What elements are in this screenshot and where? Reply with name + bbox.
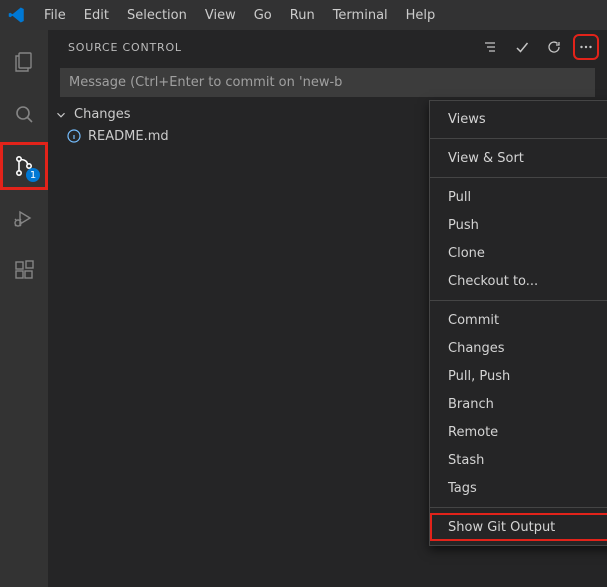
panel-actions [479, 36, 597, 58]
ctx-branch[interactable]: Branch › [430, 390, 607, 418]
info-file-icon [66, 128, 82, 144]
menu-go[interactable]: Go [246, 4, 280, 27]
scm-more-context-menu: Views › View & Sort › Pull Push Clone Ch… [429, 100, 607, 546]
ctx-show-git-output[interactable]: Show Git Output [430, 513, 607, 541]
ctx-views[interactable]: Views › [430, 105, 607, 133]
chevron-down-icon [54, 108, 68, 122]
menu-help[interactable]: Help [398, 4, 444, 27]
refresh-icon[interactable] [543, 36, 565, 58]
ctx-checkout-to[interactable]: Checkout to... [430, 267, 607, 295]
ctx-commit[interactable]: Commit › [430, 306, 607, 334]
changes-label: Changes [74, 107, 131, 122]
commit-message-input[interactable]: Message (Ctrl+Enter to commit on 'new-b [60, 68, 595, 97]
activity-explorer[interactable] [0, 38, 48, 86]
ctx-stash[interactable]: Stash › [430, 446, 607, 474]
menu-file[interactable]: File [36, 4, 74, 27]
menu-edit[interactable]: Edit [76, 4, 117, 27]
menu-run[interactable]: Run [282, 4, 323, 27]
view-as-tree-icon[interactable] [479, 36, 501, 58]
scm-badge: 1 [26, 168, 40, 182]
menubar: File Edit Selection View Go Run Terminal… [0, 0, 607, 30]
ctx-pull-push[interactable]: Pull, Push › [430, 362, 607, 390]
panel-title: SOURCE CONTROL [68, 41, 182, 54]
menu-view[interactable]: View [197, 4, 244, 27]
ctx-push[interactable]: Push [430, 211, 607, 239]
activity-extensions[interactable] [0, 246, 48, 294]
ctx-tags[interactable]: Tags › [430, 474, 607, 502]
activity-run-debug[interactable] [0, 194, 48, 242]
menu-selection[interactable]: Selection [119, 4, 195, 27]
menu-terminal[interactable]: Terminal [325, 4, 396, 27]
panel-header: SOURCE CONTROL [48, 30, 607, 64]
ctx-view-sort[interactable]: View & Sort › [430, 144, 607, 172]
commit-icon[interactable] [511, 36, 533, 58]
vscode-logo-icon [8, 6, 26, 24]
separator [430, 300, 607, 301]
source-control-panel: SOURCE CONTROL Message (Ctrl [48, 30, 607, 587]
more-actions-icon[interactable] [575, 36, 597, 58]
ctx-remote[interactable]: Remote › [430, 418, 607, 446]
ctx-clone[interactable]: Clone [430, 239, 607, 267]
ctx-pull[interactable]: Pull [430, 183, 607, 211]
activity-source-control[interactable]: 1 [0, 142, 48, 190]
activitybar: 1 [0, 30, 48, 587]
separator [430, 138, 607, 139]
separator [430, 507, 607, 508]
activity-search[interactable] [0, 90, 48, 138]
separator [430, 177, 607, 178]
ctx-changes[interactable]: Changes › [430, 334, 607, 362]
